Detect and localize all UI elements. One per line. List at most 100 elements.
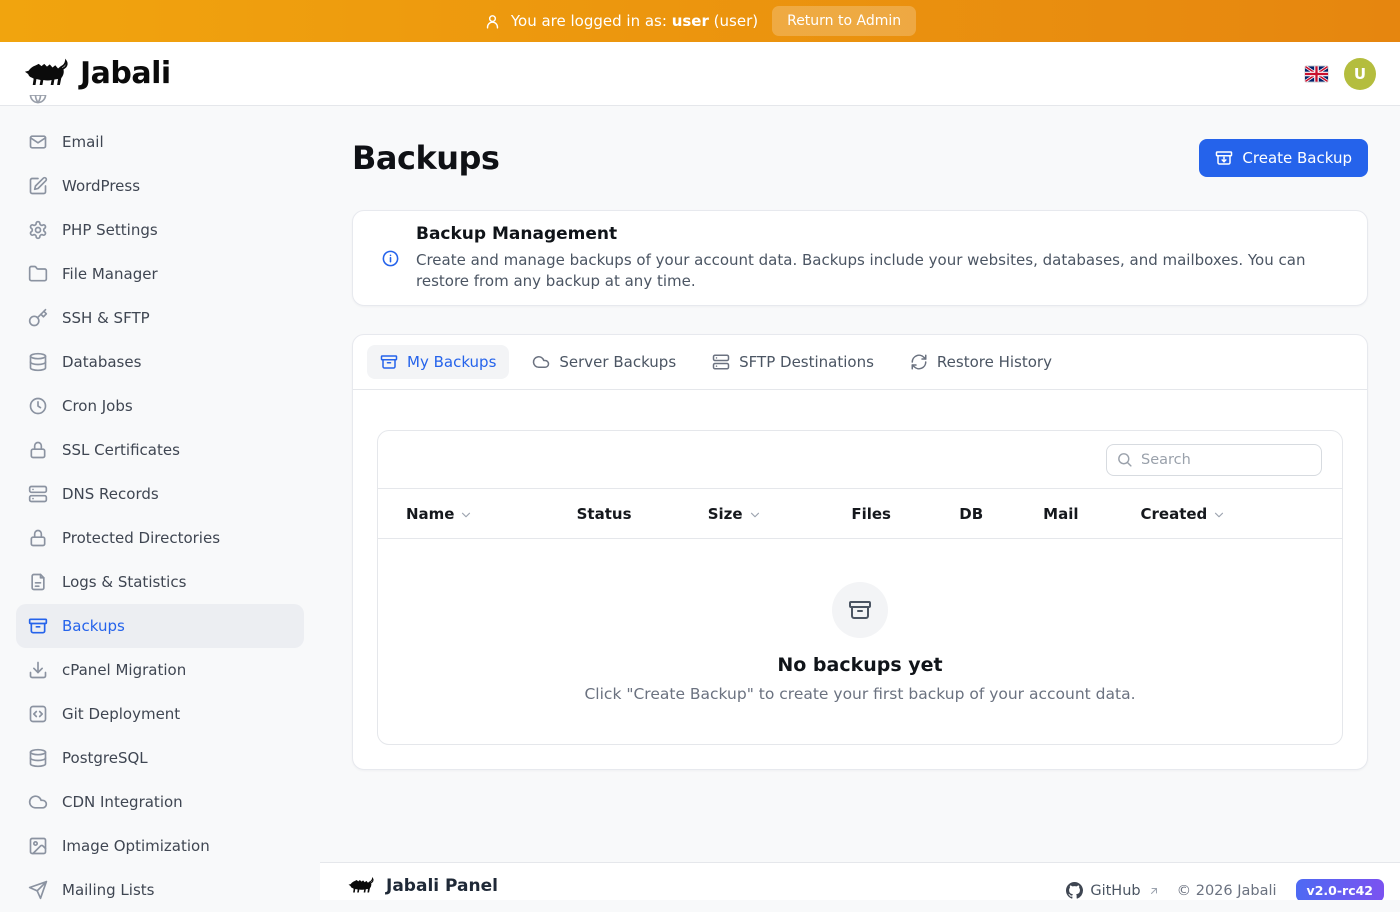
- server-icon: [712, 353, 730, 371]
- github-label: GitHub: [1090, 883, 1140, 899]
- page-title: Backups: [352, 139, 499, 177]
- clock-icon: [28, 396, 48, 416]
- sidebar-item-email[interactable]: Email: [16, 120, 304, 164]
- tab-server-backups[interactable]: Server Backups: [519, 345, 689, 379]
- mail-icon: [28, 132, 48, 152]
- chevron-down-icon: [1212, 508, 1226, 522]
- search-input[interactable]: [1106, 444, 1322, 476]
- archive-down-icon: [1215, 149, 1233, 167]
- download-icon: [28, 660, 48, 680]
- sidebar-item-label: Protected Directories: [62, 529, 220, 547]
- impersonation-prefix: You are logged in as:: [511, 12, 667, 30]
- sidebar-item-label: SSH & SFTP: [62, 309, 150, 327]
- tab-label: SFTP Destinations: [739, 353, 874, 371]
- sidebar-item-label: CDN Integration: [62, 793, 183, 811]
- sidebar-nav: Email WordPress PHP Settings File Manage…: [0, 106, 320, 912]
- create-backup-button[interactable]: Create Backup: [1199, 139, 1368, 177]
- archive-icon: [380, 353, 398, 371]
- return-to-admin-button[interactable]: Return to Admin: [772, 6, 916, 36]
- key-icon: [28, 308, 48, 328]
- sidebar-item-label: Git Deployment: [62, 705, 180, 723]
- avatar[interactable]: U: [1344, 58, 1376, 90]
- sidebar-item-file-manager[interactable]: File Manager: [16, 252, 304, 296]
- sidebar-item-ssh-sftp[interactable]: SSH & SFTP: [16, 296, 304, 340]
- archive-icon: [28, 616, 48, 636]
- refresh-icon: [910, 353, 928, 371]
- sidebar-item-wordpress[interactable]: WordPress: [16, 164, 304, 208]
- footer: Jabali Panel GitHub © 2026 Jabali v2.0-r…: [320, 862, 1400, 900]
- tab-sftp-destinations[interactable]: SFTP Destinations: [699, 345, 887, 379]
- empty-state: No backups yet Click "Create Backup" to …: [378, 539, 1342, 703]
- chevron-down-icon: [748, 508, 762, 522]
- server-icon: [28, 484, 48, 504]
- sidebar-item-git-deployment[interactable]: Git Deployment: [16, 692, 304, 736]
- sidebar-item-label: WordPress: [62, 177, 140, 195]
- github-icon: [1066, 882, 1083, 899]
- code-square-icon: [28, 704, 48, 724]
- empty-state-title: No backups yet: [777, 654, 942, 676]
- file-text-icon: [28, 572, 48, 592]
- column-header-created[interactable]: Created: [1113, 505, 1342, 523]
- sidebar-item-label: DNS Records: [62, 485, 159, 503]
- info-card-description: Create and manage backups of your accoun…: [416, 250, 1339, 292]
- lock-icon: [28, 440, 48, 460]
- empty-state-description: Click "Create Backup" to create your fir…: [584, 685, 1135, 703]
- sidebar-item-cpanel-migration[interactable]: cPanel Migration: [16, 648, 304, 692]
- sidebar-item-label: PostgreSQL: [62, 749, 148, 767]
- impersonation-role: (user): [714, 12, 758, 30]
- impersonation-message: You are logged in as: user (user): [484, 12, 758, 30]
- sidebar-item-php-settings[interactable]: PHP Settings: [16, 208, 304, 252]
- footer-brand: Jabali Panel: [348, 876, 498, 896]
- union-jack: [1305, 66, 1328, 82]
- database-icon: [28, 748, 48, 768]
- column-header-db: DB: [931, 505, 1015, 523]
- search-icon: [1116, 451, 1133, 468]
- sidebar-item-label: File Manager: [62, 265, 158, 283]
- tab-restore-history[interactable]: Restore History: [897, 345, 1065, 379]
- external-link-icon: [1148, 885, 1160, 897]
- sidebar-item-label: Image Optimization: [62, 837, 210, 855]
- cloud-icon: [28, 792, 48, 812]
- sidebar-item-cdn-integration[interactable]: CDN Integration: [16, 780, 304, 824]
- sidebar-item-label: Logs & Statistics: [62, 573, 186, 591]
- sidebar-item-label: Databases: [62, 353, 141, 371]
- folder-icon: [28, 264, 48, 284]
- info-icon: [381, 249, 400, 268]
- version-badge: v2.0-rc42: [1296, 879, 1384, 900]
- tab-label: Restore History: [937, 353, 1052, 371]
- sidebar-item-image-optimization[interactable]: Image Optimization: [16, 824, 304, 868]
- sidebar-item-label: PHP Settings: [62, 221, 158, 239]
- gear-icon: [28, 220, 48, 240]
- sidebar-item-postgresql[interactable]: PostgreSQL: [16, 736, 304, 780]
- table-header-row: Name Status Size Files: [378, 488, 1342, 539]
- archive-icon: [832, 582, 888, 638]
- sidebar-item-protected-directories[interactable]: Protected Directories: [16, 516, 304, 560]
- brand-home-link[interactable]: Jabali: [24, 56, 171, 91]
- sidebar-item-label: Backups: [62, 617, 125, 635]
- sidebar-item-label: SSL Certificates: [62, 441, 180, 459]
- sidebar-item-dns-records[interactable]: DNS Records: [16, 472, 304, 516]
- impersonation-username: user: [672, 12, 709, 30]
- sidebar-item-ssl-certificates[interactable]: SSL Certificates: [16, 428, 304, 472]
- sidebar-item-backups[interactable]: Backups: [16, 604, 304, 648]
- cloud-icon: [532, 353, 550, 371]
- chevron-down-icon: [459, 508, 473, 522]
- sidebar-item-cron-jobs[interactable]: Cron Jobs: [16, 384, 304, 428]
- sidebar-item-databases[interactable]: Databases: [16, 340, 304, 384]
- sidebar-item-logs-statistics[interactable]: Logs & Statistics: [16, 560, 304, 604]
- sidebar-item-label: Cron Jobs: [62, 397, 133, 415]
- github-link[interactable]: GitHub: [1066, 882, 1159, 899]
- sidebar-item-mailing-lists[interactable]: Mailing Lists: [16, 868, 304, 912]
- sidebar-item-label: Email: [62, 133, 104, 151]
- app-header: Jabali U: [0, 42, 1400, 106]
- column-header-size[interactable]: Size: [680, 505, 824, 523]
- lock-icon: [28, 528, 48, 548]
- sidebar: Email WordPress PHP Settings File Manage…: [0, 106, 320, 900]
- uk-flag-icon[interactable]: [1305, 66, 1328, 82]
- image-icon: [28, 836, 48, 856]
- globe-icon: [28, 95, 48, 106]
- column-header-name[interactable]: Name: [378, 505, 549, 523]
- sidebar-item-label: Mailing Lists: [62, 881, 154, 899]
- column-header-mail: Mail: [1015, 505, 1112, 523]
- tab-my-backups[interactable]: My Backups: [367, 345, 509, 379]
